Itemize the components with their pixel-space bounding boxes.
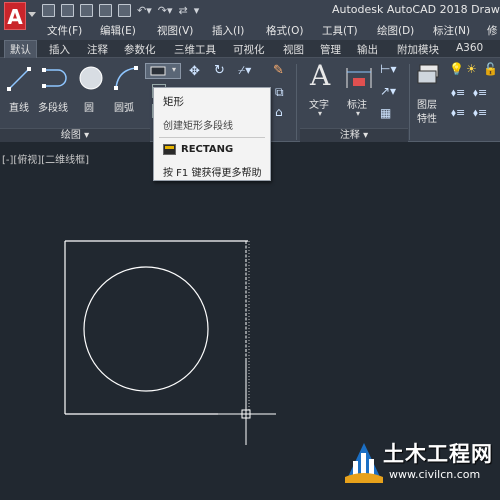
save-as-icon[interactable] <box>99 3 112 17</box>
arc-tool-button[interactable]: 圆弧 <box>110 62 142 114</box>
quick-access-toolbar: ↶▾ ↷▾ ⇄ ▾ <box>42 3 199 17</box>
rectangle-being-drawn <box>64 240 248 415</box>
annotation-panel-title[interactable]: 注释 ▾ <box>300 128 408 142</box>
tab-view[interactable]: 视图 <box>283 42 304 57</box>
move-icon[interactable]: ✥ <box>189 64 200 79</box>
line-tool-label: 直线 <box>9 103 29 114</box>
autocad-logo-icon: A <box>4 2 26 30</box>
tooltip-help: 按 F1 键获得更多帮助 <box>163 168 262 179</box>
watermark: 土木工程网 www.civilcn.com <box>345 437 495 495</box>
rectangle-tooltip: 矩形 创建矩形多段线 RECTANG 按 F1 键获得更多帮助 <box>153 87 271 181</box>
chevron-down-icon <box>28 12 36 17</box>
layer-match-icon[interactable]: ⬧≡ <box>451 86 465 100</box>
share-icon[interactable]: ⇄ <box>179 4 188 17</box>
menu-modify[interactable]: 修 <box>487 23 498 38</box>
layer-lock-icon[interactable]: 🔓 <box>483 62 498 76</box>
explode-icon[interactable]: ⌂ <box>275 105 283 119</box>
chevron-down-icon: ▾ <box>356 109 361 118</box>
tab-insert[interactable]: 插入 <box>49 42 70 57</box>
menu-draw[interactable]: 绘图(D) <box>377 23 414 38</box>
chevron-down-icon: ▾ <box>172 65 177 74</box>
sun-icon[interactable]: ☀ <box>466 62 477 76</box>
civilcn-logo-icon <box>345 443 383 483</box>
tooltip-description: 创建矩形多段线 <box>163 121 233 132</box>
layer-tool-label-1: 图层 <box>417 100 437 111</box>
layer-properties-icon <box>417 64 439 84</box>
arc-tool-label: 圆弧 <box>114 103 134 114</box>
draw-panel-title[interactable]: 绘图 ▾ <box>0 128 150 142</box>
rectangle-tool-button[interactable]: ▾ <box>145 63 181 79</box>
tooltip-title: 矩形 <box>163 96 184 108</box>
tab-parametric[interactable]: 参数化 <box>124 42 156 57</box>
ribbon-tabs: 默认 插入 注释 参数化 三维工具 可视化 视图 管理 输出 附加模块 A360 <box>0 40 500 58</box>
tab-manage[interactable]: 管理 <box>320 42 341 57</box>
tab-visualize[interactable]: 可视化 <box>233 42 265 57</box>
layer-freeze-icon[interactable]: ⬧≡ <box>451 106 465 120</box>
panel-separator <box>296 64 297 140</box>
dimension-icon <box>346 68 372 88</box>
chevron-down-icon: ▾ <box>318 109 323 118</box>
menu-bar: 文件(F) 编辑(E) 视图(V) 插入(I) 格式(O) 工具(T) 绘图(D… <box>0 20 500 40</box>
rectangle-icon <box>150 66 166 76</box>
layer-properties-button[interactable]: 图层 特性 <box>413 60 445 126</box>
circle-icon <box>79 66 103 90</box>
circle-tool-button[interactable]: 圆 <box>76 62 106 114</box>
table-icon[interactable]: ▦ <box>380 106 391 120</box>
title-bar: ↶▾ ↷▾ ⇄ ▾ Autodesk AutoCAD 2018 Drawi <box>0 0 500 20</box>
tab-addins[interactable]: 附加模块 <box>397 42 439 57</box>
layer-isolate-icon[interactable]: ⬧≡ <box>473 86 487 100</box>
line-tool-button[interactable]: 直线 <box>4 62 34 114</box>
circle-entity <box>83 266 209 392</box>
menu-edit[interactable]: 编辑(E) <box>100 23 136 38</box>
line-icon <box>7 67 31 91</box>
rotate-icon[interactable]: ↻ <box>214 63 225 78</box>
customize-icon[interactable]: ▾ <box>194 4 200 17</box>
command-line-icon <box>163 144 176 155</box>
lightbulb-icon[interactable]: 💡 <box>449 62 464 76</box>
menu-dimension[interactable]: 标注(N) <box>433 23 470 38</box>
crosshair-cursor <box>218 358 276 445</box>
polyline-tool-label: 多段线 <box>38 103 68 114</box>
tooltip-divider <box>159 137 265 138</box>
copy-icon[interactable]: ⧉ <box>275 85 284 100</box>
tooltip-command: RECTANG <box>181 144 234 155</box>
new-icon[interactable] <box>42 3 55 17</box>
panel-separator <box>409 64 410 140</box>
polyline-icon <box>42 68 67 88</box>
leader-icon[interactable]: ↗▾ <box>380 84 396 98</box>
undo-icon[interactable]: ↶▾ <box>137 4 152 17</box>
menu-format[interactable]: 格式(O) <box>266 23 303 38</box>
dimension-tool-button[interactable]: 标注 ▾ <box>342 60 376 118</box>
text-icon: A <box>310 59 331 92</box>
layer-tool-label-2: 特性 <box>417 114 437 125</box>
print-icon[interactable] <box>118 3 131 17</box>
save-icon[interactable] <box>80 3 93 17</box>
layer-off-icon[interactable]: ⬧≡ <box>473 106 487 120</box>
window-title: Autodesk AutoCAD 2018 Drawi <box>332 3 500 16</box>
open-icon[interactable] <box>61 3 74 17</box>
menu-tools[interactable]: 工具(T) <box>322 23 358 38</box>
tab-annotate[interactable]: 注释 <box>87 42 108 57</box>
watermark-url: www.civilcn.com <box>389 468 481 481</box>
tab-home[interactable]: 默认 <box>4 40 37 58</box>
tab-a360[interactable]: A360 <box>456 42 483 54</box>
tab-3d-tools[interactable]: 三维工具 <box>174 42 216 57</box>
erase-icon[interactable]: ✎ <box>273 63 284 78</box>
text-tool-button[interactable]: A 文字 ▾ <box>303 59 339 118</box>
menu-insert[interactable]: 插入(I) <box>212 23 244 38</box>
menu-file[interactable]: 文件(F) <box>47 23 82 38</box>
tab-output[interactable]: 输出 <box>357 42 378 57</box>
redo-icon[interactable]: ↷▾ <box>158 4 173 17</box>
arc-icon <box>114 66 138 90</box>
trim-icon[interactable]: ⌿▾ <box>238 63 251 78</box>
application-menu-button[interactable]: A <box>0 0 36 36</box>
polyline-tool-button[interactable]: 多段线 <box>38 62 74 114</box>
menu-view[interactable]: 视图(V) <box>157 23 193 38</box>
circle-tool-label: 圆 <box>84 103 94 114</box>
linear-dimension-icon[interactable]: ⊢▾ <box>380 62 396 76</box>
watermark-title: 土木工程网 <box>383 442 493 466</box>
